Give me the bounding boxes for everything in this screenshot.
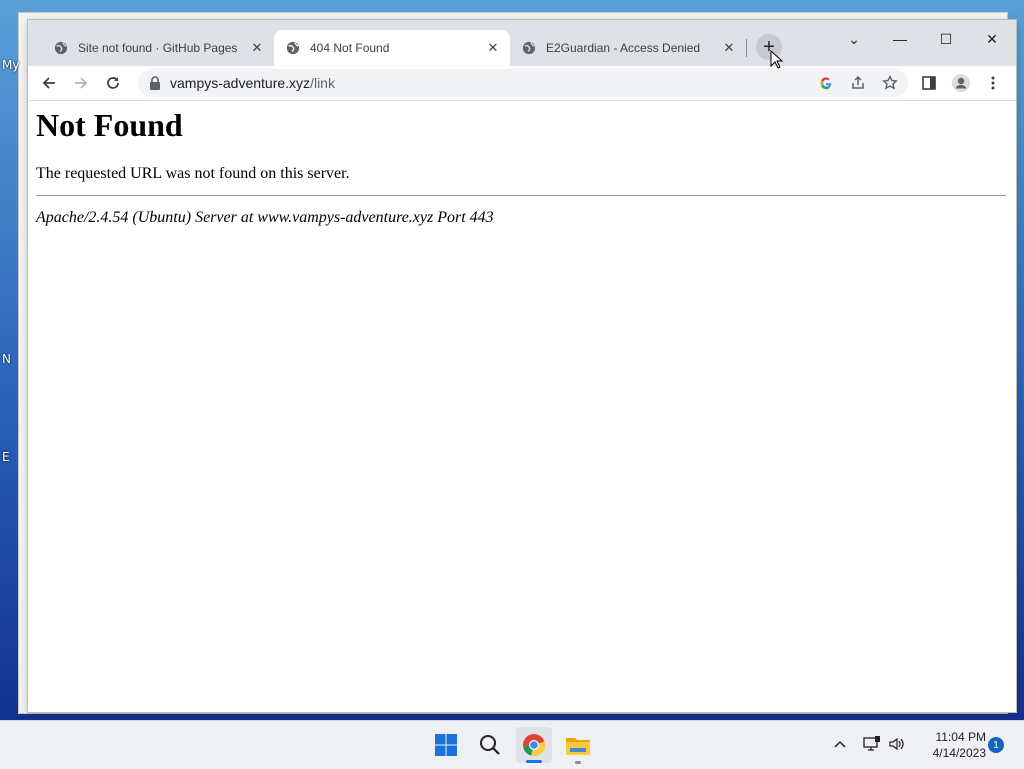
forward-button[interactable] bbox=[68, 70, 94, 96]
windows-logo-icon bbox=[435, 734, 457, 756]
arrow-right-icon bbox=[75, 77, 88, 89]
folder-icon bbox=[566, 738, 590, 755]
tab-404-not-found[interactable]: 404 Not Found ✕ bbox=[274, 30, 510, 66]
active-app-indicator bbox=[526, 760, 542, 763]
chrome-icon bbox=[523, 734, 546, 757]
globe-icon bbox=[522, 41, 536, 55]
clock[interactable]: 11:04 PM 4/14/2023 bbox=[912, 729, 986, 761]
speaker-icon bbox=[889, 737, 904, 751]
chrome-taskbar-button[interactable] bbox=[516, 727, 552, 763]
divider bbox=[36, 195, 1006, 196]
google-lens-icon[interactable] bbox=[814, 71, 838, 95]
side-panel-button[interactable] bbox=[916, 70, 942, 96]
star-icon bbox=[882, 75, 898, 90]
profile-button[interactable] bbox=[948, 70, 974, 96]
address-bar[interactable]: vampys-adventure.xyz/link bbox=[138, 69, 908, 97]
tab-e2guardian[interactable]: E2Guardian - Access Denied ✕ bbox=[510, 30, 746, 66]
page-heading: Not Found bbox=[36, 107, 183, 143]
desktop-icon-label[interactable]: E bbox=[2, 450, 10, 464]
tab-github-pages[interactable]: Site not found · GitHub Pages ✕ bbox=[34, 30, 274, 66]
share-arrow-icon bbox=[852, 75, 864, 89]
google-g-icon bbox=[820, 77, 832, 90]
browser-window: Site not found · GitHub Pages ✕ 404 Not … bbox=[28, 20, 1016, 712]
error-message: The requested URL was not found on this … bbox=[36, 165, 350, 182]
close-window-button[interactable]: ✕ bbox=[970, 24, 1014, 54]
side-panel-icon bbox=[922, 76, 936, 90]
menu-button[interactable] bbox=[980, 70, 1006, 96]
page-content: Not Found The requested URL was not foun… bbox=[28, 101, 1016, 712]
notification-badge[interactable]: 1 bbox=[988, 737, 1004, 753]
tab-title: Site not found · GitHub Pages bbox=[78, 41, 238, 55]
tab-search-button[interactable]: ⌄ bbox=[832, 24, 876, 54]
maximize-button[interactable]: ☐ bbox=[924, 24, 968, 54]
tab-title: 404 Not Found bbox=[310, 41, 390, 55]
url-host: vampys-adventure.xyz bbox=[170, 75, 311, 91]
lock-icon[interactable] bbox=[148, 75, 162, 91]
globe-icon bbox=[54, 41, 68, 55]
server-signature: Apache/2.4.54 (Ubuntu) Server at www.vam… bbox=[36, 209, 494, 226]
mouse-cursor-icon bbox=[770, 50, 784, 69]
file-explorer-button[interactable] bbox=[560, 727, 596, 764]
profile-avatar-icon bbox=[952, 74, 970, 92]
tab-title: E2Guardian - Access Denied bbox=[546, 41, 701, 55]
network-icon bbox=[863, 736, 880, 751]
url-path: /link bbox=[310, 75, 335, 91]
desktop-icon-label[interactable]: My bbox=[2, 58, 19, 72]
tab-separator bbox=[746, 39, 747, 57]
tab-close-icon[interactable]: ✕ bbox=[248, 39, 266, 57]
tab-strip: Site not found · GitHub Pages ✕ 404 Not … bbox=[28, 20, 1016, 66]
start-button[interactable] bbox=[428, 727, 464, 763]
network-button[interactable] bbox=[860, 729, 884, 759]
taskbar: 11:04 PM 4/14/2023 1 bbox=[0, 720, 1024, 769]
clock-date: 4/14/2023 bbox=[932, 746, 986, 760]
url-text[interactable]: vampys-adventure.xyz/link bbox=[170, 75, 335, 91]
chevron-up-icon bbox=[834, 740, 846, 748]
desktop-icon-label[interactable]: N bbox=[2, 352, 11, 366]
tab-close-icon[interactable]: ✕ bbox=[484, 39, 502, 57]
reload-button[interactable] bbox=[100, 70, 126, 96]
running-app-indicator bbox=[575, 761, 581, 764]
minimize-button[interactable]: — bbox=[878, 24, 922, 54]
globe-icon bbox=[286, 41, 300, 55]
reload-icon bbox=[107, 77, 119, 89]
volume-button[interactable] bbox=[885, 729, 909, 759]
arrow-left-icon bbox=[42, 77, 55, 89]
search-button[interactable] bbox=[472, 727, 508, 763]
show-hidden-icons-button[interactable] bbox=[828, 729, 852, 759]
clock-time: 11:04 PM bbox=[935, 730, 986, 744]
browser-toolbar: vampys-adventure.xyz/link bbox=[28, 66, 1016, 101]
back-button[interactable] bbox=[36, 70, 62, 96]
tab-close-icon[interactable]: ✕ bbox=[720, 39, 738, 57]
kebab-menu-icon bbox=[991, 76, 995, 90]
share-icon[interactable] bbox=[846, 71, 870, 95]
bookmark-star-icon[interactable] bbox=[878, 71, 902, 95]
search-icon bbox=[480, 735, 500, 755]
